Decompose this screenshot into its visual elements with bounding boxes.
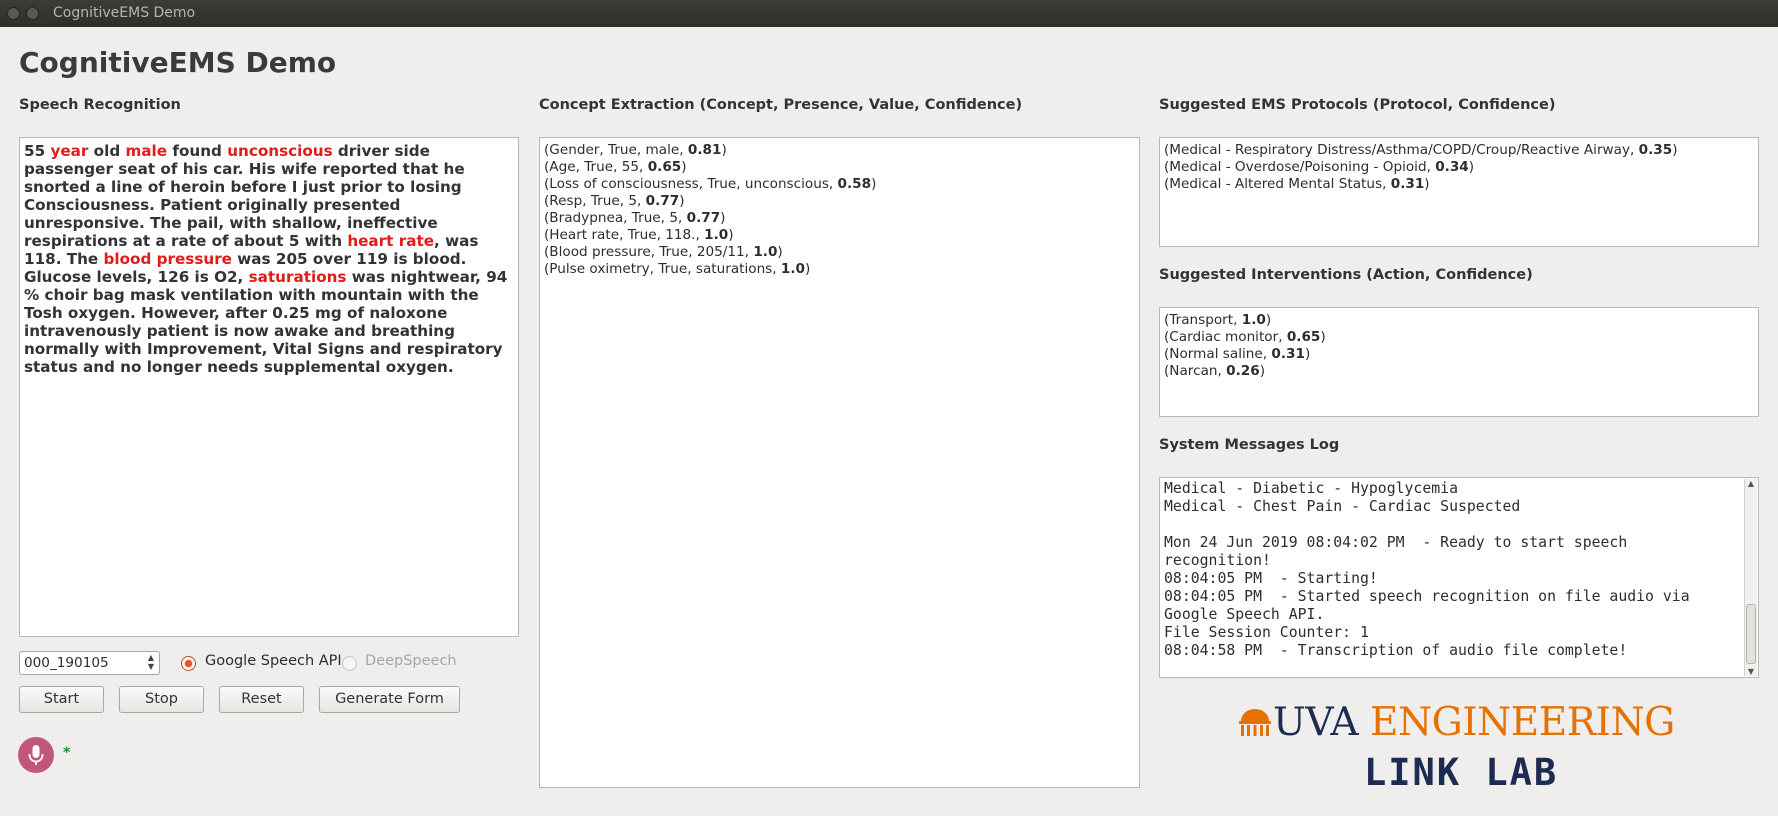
confidence-value: 0.77 [686,210,721,226]
concept-row: (Blood pressure, True, 205/11, 1.0) [544,244,783,260]
concept-row-text: (Pulse oximetry, True, saturations, [544,261,781,277]
google-speech-radio[interactable] [181,656,196,671]
confidence-value: 0.81 [687,142,722,158]
concept-row: (Pulse oximetry, True, saturations, 1.0) [544,261,811,277]
status-indicator: * [63,745,71,761]
transcript-text: 55 [24,142,51,160]
intervention-row-text: (Cardiac monitor, [1164,329,1287,345]
file-selector-value: 000_190105 [24,655,109,671]
concept-row: (Gender, True, male, 0.81) [544,142,727,158]
logo-engineering-text: ENGINEERING [1369,700,1675,745]
reset-button[interactable]: Reset [219,686,304,713]
close-icon[interactable] [7,7,20,20]
link-lab-logo: LINK LAB [1364,751,1559,794]
concept-row-text: (Gender, True, male, [544,142,688,158]
log-scrollbar[interactable]: ▲ ▼ [1744,479,1757,676]
app-title: CognitiveEMS Demo [19,46,337,79]
intervention-row-text: (Transport, [1164,312,1242,328]
protocol-row-text: (Medical - Respiratory Distress/Asthma/C… [1164,142,1639,158]
confidence-value: 0.65 [1286,329,1321,345]
highlighted-concept: blood pressure [103,250,232,268]
confidence-value: 0.34 [1435,159,1469,175]
transcript-text: found [167,142,228,160]
confidence-value: 1.0 [704,227,729,243]
generate-form-button[interactable]: Generate Form [319,686,460,713]
intervention-row: (Cardiac monitor, 0.65) [1164,329,1326,345]
highlighted-concept: year [50,142,89,160]
concept-row-text: (Age, True, 55, [544,159,648,175]
concept-row: (Age, True, 55, 0.65) [544,159,687,175]
confidence-value: 0.65 [647,159,682,175]
intervention-row: (Transport, 1.0) [1164,312,1272,328]
deepspeech-label: DeepSpeech [365,653,457,669]
confidence-value: 1.0 [1241,312,1266,328]
confidence-value: 0.58 [837,176,872,192]
confidence-value: 0.31 [1271,346,1305,362]
intervention-row-text: (Narcan, [1164,363,1227,379]
concept-row: (Resp, True, 5, 0.77) [544,193,685,209]
protocol-row-text: (Medical - Altered Mental Status, [1164,176,1391,192]
scroll-up-icon[interactable]: ▲ [1745,479,1757,488]
google-speech-label: Google Speech API [205,653,342,669]
minimize-icon[interactable] [26,7,39,20]
logo-uva-text: UVA [1273,700,1359,745]
concept-row-text: (Loss of consciousness, True, unconsciou… [544,176,838,192]
deepspeech-radio[interactable] [342,656,357,671]
system-log-label: System Messages Log [1159,437,1340,453]
speech-transcript-box[interactable]: 55 year old male found unconscious drive… [19,137,519,637]
concept-extraction-label: Concept Extraction (Concept, Presence, V… [539,97,1023,113]
protocols-box[interactable]: (Medical - Respiratory Distress/Asthma/C… [1159,137,1759,247]
uva-engineering-logo: UVA ENGINEERING [1237,700,1675,745]
concept-extraction-box[interactable]: (Gender, True, male, 0.81) (Age, True, 55… [539,137,1140,788]
interventions-box[interactable]: (Transport, 1.0) (Cardiac monitor, 0.65)(… [1159,307,1759,417]
intervention-row-text: (Normal saline, [1164,346,1272,362]
protocol-row: (Medical - Respiratory Distress/Asthma/C… [1164,142,1678,158]
file-selector-spinbox[interactable]: 000_190105 ▲ ▼ [19,651,160,675]
system-log-text: Medical - Diabetic - Hypoglycemia Medica… [1164,480,1690,659]
highlighted-concept: heart rate [347,232,435,250]
confidence-value: 0.35 [1638,142,1673,158]
confidence-value: 1.0 [780,261,806,277]
protocol-row: (Medical - Overdose/Poisoning - Opioid, … [1164,159,1475,175]
stop-button[interactable]: Stop [119,686,204,713]
transcript-text: old [88,142,126,160]
highlighted-concept: saturations [248,268,347,286]
concept-row: (Heart rate, True, 118., 1.0) [544,227,734,243]
confidence-value: 0.77 [645,193,680,209]
concept-row-text: (Bradypnea, True, 5, [544,210,687,226]
confidence-value: 0.31 [1390,176,1425,192]
highlighted-concept: male [125,142,168,160]
window-titlebar: CognitiveEMS Demo [0,0,1778,27]
concept-row: (Loss of consciousness, True, unconsciou… [544,176,877,192]
protocols-label: Suggested EMS Protocols (Protocol, Confi… [1159,97,1556,113]
interventions-label: Suggested Interventions (Action, Confide… [1159,267,1533,283]
rotunda-icon [1239,709,1271,736]
confidence-value: 1.0 [753,244,778,260]
protocol-row-text: (Medical - Overdose/Poisoning - Opioid, [1164,159,1436,175]
spin-arrows-icon[interactable]: ▲ ▼ [148,653,154,671]
window-title: CognitiveEMS Demo [53,5,196,21]
concept-row-text: (Heart rate, True, 118., [544,227,705,243]
speech-recognition-label: Speech Recognition [19,97,181,113]
confidence-value: 0.26 [1226,363,1260,379]
concept-row-text: (Resp, True, 5, [544,193,646,209]
microphone-icon[interactable] [18,737,54,773]
scrollbar-thumb[interactable] [1746,604,1756,664]
start-button[interactable]: Start [19,686,104,713]
system-log-box[interactable]: Medical - Diabetic - Hypoglycemia Medica… [1159,477,1759,678]
protocol-row: (Medical - Altered Mental Status, 0.31) [1164,176,1430,192]
intervention-row: (Narcan, 0.26) [1164,363,1266,379]
concept-row: (Bradypnea, True, 5, 0.77) [544,210,726,226]
highlighted-concept: unconscious [227,142,333,160]
concept-row-text: (Blood pressure, True, 205/11, [544,244,754,260]
scroll-down-icon[interactable]: ▼ [1745,667,1757,676]
intervention-row: (Normal saline, 0.31) [1164,346,1311,362]
